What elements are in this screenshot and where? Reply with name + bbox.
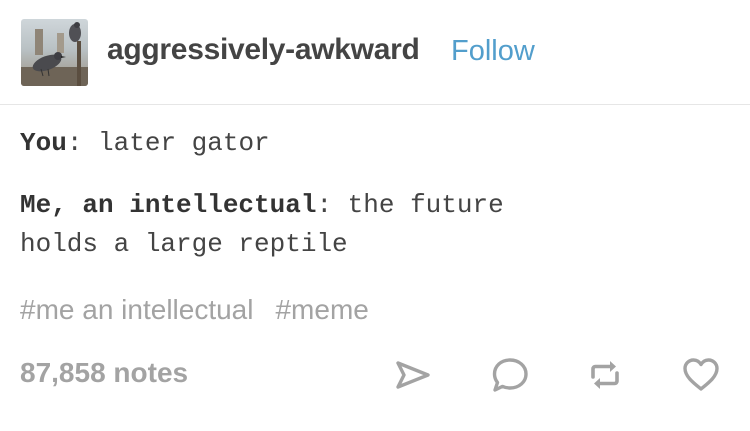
like-icon <box>683 358 719 391</box>
dialogue-line-you: You: later gator <box>20 124 270 162</box>
avatar[interactable] <box>21 19 88 86</box>
dialogue-text: the future <box>347 190 504 220</box>
separator: : <box>66 128 99 158</box>
tag-list: #me an intellectual #meme <box>20 294 391 326</box>
separator: : <box>316 190 348 220</box>
reply-icon <box>492 358 528 392</box>
share-icon <box>396 361 430 389</box>
like-button[interactable] <box>681 355 721 395</box>
dialogue-text: later gator <box>98 128 270 158</box>
dialogue-continuation: holds a large reptile <box>20 229 348 259</box>
follow-button[interactable]: Follow <box>451 35 535 68</box>
reblog-icon <box>591 361 619 389</box>
dialogue-line-me: Me, an intellectual: the future <box>20 186 504 224</box>
speaker-you: You <box>20 128 67 158</box>
pigeon-photo-icon <box>21 22 88 86</box>
share-button[interactable] <box>392 355 432 395</box>
blog-name[interactable]: aggressively-awkward <box>107 33 420 67</box>
post-header: aggressively-awkward Follow <box>0 0 750 105</box>
reply-button[interactable] <box>490 355 530 395</box>
tag-meme[interactable]: #meme <box>275 294 368 325</box>
tag-me-an-intellectual[interactable]: #me an intellectual <box>20 294 253 325</box>
reblog-button[interactable] <box>585 355 625 395</box>
speaker-me: Me, an intellectual <box>20 190 317 220</box>
notes-count[interactable]: 87,858 notes <box>20 357 188 389</box>
